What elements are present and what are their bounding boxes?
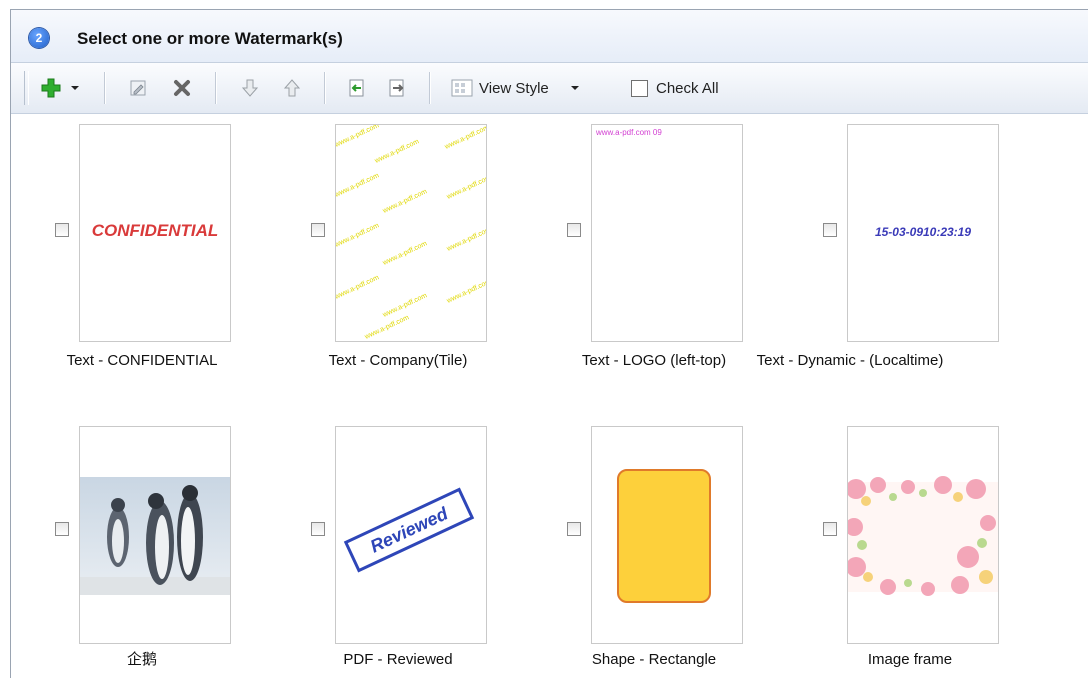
watermark-caption: Text - CONFIDENTIAL [66,352,218,369]
svg-text:www.a-pdf.com: www.a-pdf.com [336,125,380,149]
watermark-caption: PDF - Reviewed [343,651,453,668]
watermark-item[interactable]: CONFIDENTIAL Text - CONFIDENTIAL [17,114,257,404]
arrow-down-icon [241,79,259,97]
confidential-preview-text: CONFIDENTIAL [91,221,219,240]
watermark-item[interactable]: Image frame [785,414,1025,678]
toolbar-separator [324,72,325,104]
import-icon [349,79,364,97]
watermark-preview [591,426,743,644]
import-button[interactable] [343,76,371,100]
toolbar-separator [429,72,430,104]
watermark-preview: www.a-pdf.com www.a-pdf.com www.a-pdf.co… [335,124,487,342]
dynamic-preview-text: 15-03-0910:23:19 [874,225,972,239]
watermark-checkbox[interactable] [567,522,581,536]
svg-text:www.a-pdf.com: www.a-pdf.com [373,138,420,165]
watermark-caption: Image frame [867,651,953,668]
section-header: 2 Select one or more Watermark(s) [11,10,1088,63]
watermark-preview: 15-03-0910:23:19 [847,124,999,342]
watermark-checkbox[interactable] [55,223,69,237]
watermark-preview: CONFIDENTIAL [79,124,231,342]
watermark-preview [847,426,999,644]
toolbar-grip[interactable] [24,71,29,105]
toolbar-separator [104,72,105,104]
rectangle-shape [617,469,711,603]
logo-preview-text: www.a-pdf.com 09 [596,128,662,137]
svg-text:www.a-pdf.com: www.a-pdf.com [445,278,486,305]
move-up-button[interactable] [278,76,306,100]
export-icon [389,79,404,97]
watermark-item[interactable]: 15-03-0910:23:19 Text - Dynamic - (Local… [757,114,1025,404]
watermark-item[interactable]: Reviewed PDF - Reviewed [273,414,513,678]
svg-text:www.a-pdf.com: www.a-pdf.com [381,188,428,215]
watermark-caption: Shape - Rectangle [591,651,717,668]
add-button[interactable] [37,76,65,100]
svg-text:www.a-pdf.com: www.a-pdf.com [381,240,428,267]
section-title: Select one or more Watermark(s) [77,29,343,48]
watermark-panel: 2 Select one or more Watermark(s) View S… [10,9,1088,678]
arrow-up-icon [283,79,301,97]
add-dropdown-button[interactable] [67,76,83,100]
svg-text:www.a-pdf.com: www.a-pdf.com [445,174,486,201]
svg-text:www.a-pdf.com: www.a-pdf.com [443,125,486,151]
delete-button[interactable] [168,76,196,100]
watermark-grid: CONFIDENTIAL Text - CONFIDENTIAL www.a-p… [11,114,1088,678]
watermark-item[interactable]: Shape - Rectangle [529,414,769,678]
view-style-icon [451,79,473,97]
watermark-preview: www.a-pdf.com 09 [591,124,743,342]
watermark-caption: Text - Company(Tile) [328,352,468,369]
toolbar: View Style Check All [11,63,1088,114]
watermark-checkbox[interactable] [55,522,69,536]
export-button[interactable] [383,76,411,100]
svg-text:www.a-pdf.com: www.a-pdf.com [336,222,380,249]
move-down-button[interactable] [236,76,264,100]
reviewed-stamp: Reviewed [343,487,475,573]
check-all-control[interactable]: Check All [631,76,771,100]
chevron-down-icon [71,86,79,90]
penguin-image [80,477,230,595]
watermark-preview: Reviewed [335,426,487,644]
watermark-item[interactable]: 企鹅 [17,414,257,678]
edit-button[interactable] [124,76,152,100]
svg-text:www.a-pdf.com: www.a-pdf.com [363,314,410,341]
svg-text:www.a-pdf.com: www.a-pdf.com [336,274,380,301]
flower-frame-image [848,476,998,596]
edit-icon [130,80,146,96]
watermark-checkbox[interactable] [823,522,837,536]
svg-text:www.a-pdf.com: www.a-pdf.com [445,226,486,253]
watermark-item[interactable]: www.a-pdf.com www.a-pdf.com www.a-pdf.co… [273,114,513,404]
view-style-label: View Style [479,79,549,97]
add-icon [41,78,61,98]
chevron-down-icon [570,86,579,90]
watermark-checkbox[interactable] [823,223,837,237]
view-style-button[interactable]: View Style [451,76,601,100]
step-number-badge: 2 [29,28,49,48]
svg-text:www.a-pdf.com: www.a-pdf.com [336,172,380,199]
check-all-label: Check All [656,79,719,97]
watermark-checkbox[interactable] [311,522,325,536]
tiled-text-preview: www.a-pdf.com www.a-pdf.com www.a-pdf.co… [336,125,486,341]
toolbar-separator [215,72,216,104]
check-all-checkbox[interactable] [631,79,648,97]
delete-icon [174,80,190,96]
watermark-checkbox[interactable] [567,223,581,237]
watermark-caption: 企鹅 [126,651,157,668]
watermark-preview [79,426,231,644]
watermark-checkbox[interactable] [311,223,325,237]
watermark-caption: Text - Dynamic - (Localtime) [756,352,944,369]
